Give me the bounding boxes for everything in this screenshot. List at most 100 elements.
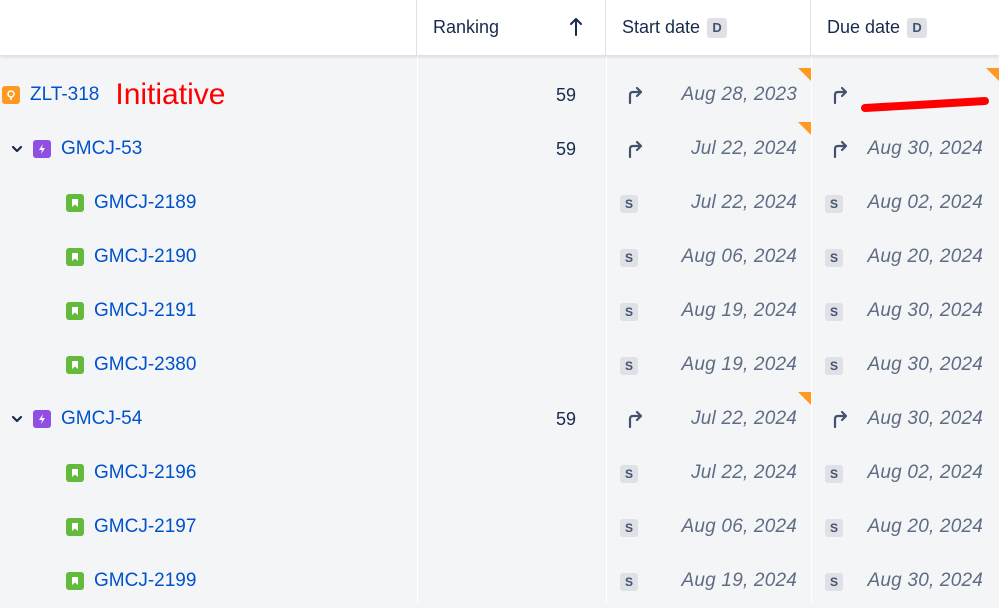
rollup-arrow-icon bbox=[833, 410, 848, 429]
start-date-cell[interactable]: S Aug 19, 2024 bbox=[606, 554, 811, 608]
start-source-badge: S bbox=[620, 303, 638, 321]
header-due-label: Due date bbox=[827, 17, 901, 37]
sort-ascending-icon[interactable] bbox=[569, 17, 583, 37]
start-date-value: Aug 19, 2024 bbox=[681, 300, 797, 321]
initiative-icon bbox=[2, 86, 20, 104]
issue-key-link[interactable]: GMCJ-2191 bbox=[94, 300, 196, 322]
table-row[interactable]: ZLT-318 Initiative 59 Aug 28, 2023 bbox=[0, 68, 999, 122]
start-date-value: Jul 22, 2024 bbox=[691, 138, 797, 159]
epic-icon bbox=[33, 410, 51, 428]
start-date-cell[interactable]: S Aug 19, 2024 bbox=[606, 284, 811, 338]
rollup-arrow-icon bbox=[833, 86, 848, 105]
due-date-value: Aug 20, 2024 bbox=[867, 516, 983, 537]
start-source-badge: S bbox=[620, 357, 638, 375]
start-date-value: Aug 28, 2023 bbox=[681, 84, 797, 105]
start-source-badge: S bbox=[620, 249, 638, 267]
start-date-cell[interactable]: S Aug 06, 2024 bbox=[606, 230, 811, 284]
table-row[interactable]: GMCJ-2199 S Aug 19, 2024 S Aug 30, 2024 bbox=[0, 554, 999, 608]
start-date-cell[interactable]: Aug 28, 2023 bbox=[606, 68, 811, 122]
rollup-flag-icon bbox=[798, 122, 811, 135]
issue-key-cell: GMCJ-2199 bbox=[0, 554, 417, 608]
red-annotation-stroke bbox=[861, 97, 989, 112]
header-start-date[interactable]: Start date D bbox=[606, 0, 811, 55]
start-date-cell[interactable]: S Jul 22, 2024 bbox=[606, 446, 811, 500]
due-date-cell[interactable]: S Aug 30, 2024 bbox=[811, 554, 999, 608]
header-due-date[interactable]: Due date D bbox=[811, 0, 999, 55]
issue-key-link[interactable]: GMCJ-2190 bbox=[94, 246, 196, 268]
table-row[interactable]: GMCJ-53 59 Jul 22, 2024 Aug 30, 2024 bbox=[0, 122, 999, 176]
header-ranking[interactable]: Ranking bbox=[417, 0, 606, 55]
table-row[interactable]: GMCJ-2189 S Jul 22, 2024 S Aug 02, 2024 bbox=[0, 176, 999, 230]
issue-table-body: ZLT-318 Initiative 59 Aug 28, 2023 GMCJ-53 59… bbox=[0, 56, 999, 603]
ranking-cell bbox=[417, 230, 606, 284]
start-date-value: Aug 19, 2024 bbox=[681, 354, 797, 375]
issue-key-link[interactable]: GMCJ-54 bbox=[61, 408, 142, 430]
due-date-value: Aug 30, 2024 bbox=[867, 408, 983, 429]
story-icon bbox=[66, 572, 84, 590]
issue-key-link[interactable]: GMCJ-2189 bbox=[94, 192, 196, 214]
story-icon bbox=[66, 194, 84, 212]
issue-key-cell: GMCJ-2191 bbox=[0, 284, 417, 338]
start-source-badge: S bbox=[620, 195, 638, 213]
ranking-cell bbox=[417, 176, 606, 230]
ranking-cell bbox=[417, 284, 606, 338]
table-row[interactable]: GMCJ-2196 S Jul 22, 2024 S Aug 02, 2024 bbox=[0, 446, 999, 500]
due-date-value: Aug 02, 2024 bbox=[867, 462, 983, 483]
start-date-value: Jul 22, 2024 bbox=[691, 462, 797, 483]
due-date-cell[interactable]: S Aug 02, 2024 bbox=[811, 176, 999, 230]
table-row[interactable]: GMCJ-2190 S Aug 06, 2024 S Aug 20, 2024 bbox=[0, 230, 999, 284]
start-date-cell[interactable]: S Aug 06, 2024 bbox=[606, 500, 811, 554]
initiative-annotation: Initiative bbox=[115, 78, 226, 111]
issue-key-link[interactable]: GMCJ-2199 bbox=[94, 570, 196, 592]
ranking-cell bbox=[417, 554, 606, 608]
issue-key-link[interactable]: GMCJ-53 bbox=[61, 138, 142, 160]
due-date-value: Aug 30, 2024 bbox=[867, 570, 983, 591]
start-date-value: Aug 19, 2024 bbox=[681, 570, 797, 591]
ranking-cell bbox=[417, 446, 606, 500]
table-row[interactable]: GMCJ-2380 S Aug 19, 2024 S Aug 30, 2024 bbox=[0, 338, 999, 392]
due-date-cell[interactable]: S Aug 20, 2024 bbox=[811, 230, 999, 284]
due-date-cell[interactable]: S Aug 02, 2024 bbox=[811, 446, 999, 500]
rollup-flag-icon bbox=[798, 392, 811, 405]
due-source-badge: S bbox=[825, 303, 843, 321]
start-date-cell[interactable]: Jul 22, 2024 bbox=[606, 392, 811, 446]
start-source-badge: S bbox=[620, 519, 638, 537]
issue-key-link[interactable]: ZLT-318 bbox=[30, 84, 99, 106]
table-row[interactable]: GMCJ-2197 S Aug 06, 2024 S Aug 20, 2024 bbox=[0, 500, 999, 554]
start-date-cell[interactable]: Jul 22, 2024 bbox=[606, 122, 811, 176]
issue-key-link[interactable]: GMCJ-2196 bbox=[94, 462, 196, 484]
due-date-cell[interactable]: S Aug 30, 2024 bbox=[811, 284, 999, 338]
due-source-badge: S bbox=[825, 465, 843, 483]
issue-key-link[interactable]: GMCJ-2380 bbox=[94, 354, 196, 376]
chevron-down-icon[interactable] bbox=[9, 411, 25, 427]
table-row[interactable]: GMCJ-2191 S Aug 19, 2024 S Aug 30, 2024 bbox=[0, 284, 999, 338]
start-date-cell[interactable]: S Aug 19, 2024 bbox=[606, 338, 811, 392]
due-date-cell[interactable]: S Aug 20, 2024 bbox=[811, 500, 999, 554]
story-icon bbox=[66, 518, 84, 536]
issue-key-cell: GMCJ-2380 bbox=[0, 338, 417, 392]
rollup-arrow-icon bbox=[628, 140, 643, 159]
table-header: Ranking Start date D Due date D bbox=[0, 0, 999, 56]
table-row[interactable]: GMCJ-54 59 Jul 22, 2024 Aug 30, 2024 bbox=[0, 392, 999, 446]
due-source-badge: S bbox=[825, 249, 843, 267]
rollup-arrow-icon bbox=[833, 140, 848, 159]
due-source-badge: S bbox=[825, 195, 843, 213]
rollup-flag-icon bbox=[986, 68, 999, 81]
start-date-cell[interactable]: S Jul 22, 2024 bbox=[606, 176, 811, 230]
chevron-down-icon[interactable] bbox=[9, 141, 25, 157]
due-date-cell[interactable]: Aug 30, 2024 bbox=[811, 392, 999, 446]
start-date-value: Aug 06, 2024 bbox=[681, 246, 797, 267]
ranking-cell: 59 bbox=[555, 84, 576, 105]
ranking-cell: 59 bbox=[555, 408, 576, 429]
due-date-value: Aug 20, 2024 bbox=[867, 246, 983, 267]
due-date-cell[interactable]: S Aug 30, 2024 bbox=[811, 338, 999, 392]
issue-key-cell: GMCJ-2190 bbox=[0, 230, 417, 284]
story-icon bbox=[66, 464, 84, 482]
issue-key-link[interactable]: GMCJ-2197 bbox=[94, 516, 196, 538]
ranking-cell bbox=[417, 338, 606, 392]
epic-icon bbox=[33, 140, 51, 158]
due-date-value: Aug 02, 2024 bbox=[867, 192, 983, 213]
due-source-badge: S bbox=[825, 519, 843, 537]
start-source-badge: S bbox=[620, 573, 638, 591]
due-date-cell[interactable]: Aug 30, 2024 bbox=[811, 122, 999, 176]
